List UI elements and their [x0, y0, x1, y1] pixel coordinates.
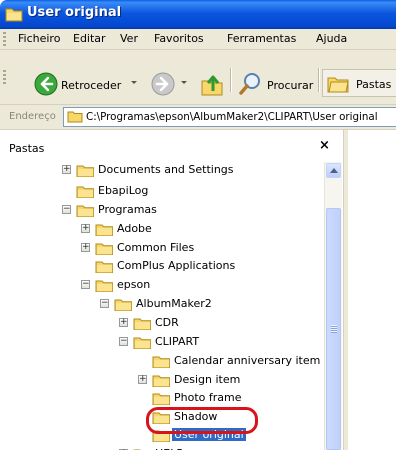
folders-pane-title: Pastas: [9, 142, 45, 155]
folder-window-icon: [5, 8, 23, 22]
expand-icon[interactable]: +: [119, 318, 128, 327]
folder-icon: [95, 261, 113, 273]
tree-node-label: CLIPART: [155, 335, 200, 348]
tree-node-label: Programas: [98, 203, 157, 216]
tree-node-label: Documents and Settings: [98, 163, 234, 176]
folder-icon: [95, 280, 113, 292]
folder-icon: [95, 243, 113, 255]
scroll-thumb[interactable]: [326, 208, 341, 450]
tree-node-label: epson: [117, 278, 151, 291]
tree-node-label: EbapiLog: [98, 184, 149, 197]
address-input[interactable]: C:\Programas\epson\AlbumMaker2\CLIPART\U…: [63, 107, 396, 127]
menu-favoritos[interactable]: Favoritos: [154, 32, 204, 45]
tree-node[interactable]: + Design item: [0, 372, 324, 389]
tree-node[interactable]: +HELP: [0, 446, 324, 450]
standard-toolbar: Retroceder Procurar Pastas: [0, 50, 396, 105]
tree-node-label: Design item: [174, 373, 241, 386]
folder-icon: [152, 375, 170, 387]
vertical-scrollbar[interactable]: [324, 162, 342, 450]
tree-node-label: Adobe: [117, 222, 152, 235]
folders-icon: [327, 77, 349, 93]
folders-pane-header: Pastas ×: [0, 137, 343, 157]
back-arrow-icon: [34, 72, 58, 96]
tree-node-label: CDR: [155, 316, 179, 329]
folder-icon: [76, 205, 94, 217]
tree-node-label: Common Files: [117, 241, 195, 254]
tree-node[interactable]: + Adobe: [0, 221, 324, 238]
menu-ferramentas[interactable]: Ferramentas: [227, 32, 296, 45]
tree-node[interactable]: + Common Files: [0, 240, 324, 257]
collapse-icon[interactable]: −: [62, 205, 71, 214]
collapse-icon[interactable]: −: [81, 280, 90, 289]
tree-node[interactable]: − epson: [0, 277, 324, 294]
menu-ajuda[interactable]: Ajuda: [316, 32, 347, 45]
title-bar[interactable]: User original: [0, 0, 396, 29]
back-button-label: Retroceder: [61, 79, 122, 92]
folders-button-label: Pastas: [356, 78, 392, 91]
folder-icon: [152, 393, 170, 405]
folder-icon: [76, 186, 94, 198]
address-bar: Endereço C:\Programas\epson\AlbumMaker2\…: [0, 105, 396, 130]
highlight-annotation: [146, 407, 258, 434]
address-label: Endereço: [9, 111, 56, 122]
folder-icon: [152, 356, 170, 368]
search-icon: [239, 73, 260, 95]
tree-node[interactable]: − AlbumMaker2: [0, 296, 324, 313]
search-button-label: Procurar: [267, 79, 314, 92]
tree-node[interactable]: − CLIPART: [0, 334, 324, 351]
collapse-icon[interactable]: −: [119, 337, 128, 346]
back-dropdown-icon[interactable]: [131, 81, 137, 84]
window-title: User original: [27, 5, 122, 20]
forward-dropdown-icon[interactable]: [181, 81, 187, 84]
toolbar-grip[interactable]: [3, 70, 6, 86]
menubar-grip[interactable]: [3, 32, 6, 46]
scroll-up-button[interactable]: [326, 163, 341, 178]
tree-node[interactable]: + Documents and Settings: [0, 162, 324, 179]
folder-icon: [133, 318, 151, 330]
folder-icon: [114, 299, 132, 311]
address-path: C:\Programas\epson\AlbumMaker2\CLIPART\U…: [86, 111, 378, 123]
tree-node-label: AlbumMaker2: [136, 297, 212, 310]
collapse-icon[interactable]: −: [100, 299, 109, 308]
close-icon[interactable]: ×: [319, 138, 330, 153]
folders-button[interactable]: Pastas: [322, 69, 396, 97]
tree-node[interactable]: + CDR: [0, 315, 324, 332]
tree-node[interactable]: Calendar anniversary item: [0, 353, 324, 370]
expand-icon[interactable]: +: [138, 375, 147, 384]
folder-icon: [95, 224, 113, 236]
folder-icon: [76, 165, 94, 177]
menu-editar[interactable]: Editar: [73, 32, 106, 45]
tree-node[interactable]: ComPlus Applications: [0, 258, 324, 275]
tree-node[interactable]: Photo frame: [0, 390, 324, 407]
tree-node-label: Photo frame: [174, 391, 242, 404]
tree-node[interactable]: − Programas: [0, 202, 324, 219]
menu-ficheiro[interactable]: Ficheiro: [18, 32, 60, 45]
toolbar-separator: [318, 68, 319, 92]
folder-icon: [133, 337, 151, 349]
pane-splitter[interactable]: [343, 130, 348, 450]
expand-icon[interactable]: +: [62, 165, 71, 174]
tree-node-label: Calendar anniversary item: [174, 354, 321, 367]
expand-icon[interactable]: +: [81, 243, 90, 252]
folder-icon: [67, 111, 83, 123]
forward-arrow-icon: [151, 72, 175, 96]
tree-node-label: ComPlus Applications: [117, 259, 236, 272]
menu-bar: Ficheiro Editar Ver Favoritos Ferramenta…: [0, 29, 396, 50]
toolbar-separator: [230, 68, 231, 92]
tree-node[interactable]: EbapiLog: [0, 183, 324, 200]
folder-up-icon[interactable]: [200, 71, 224, 97]
expand-icon[interactable]: +: [81, 224, 90, 233]
menu-ver[interactable]: Ver: [120, 32, 138, 45]
